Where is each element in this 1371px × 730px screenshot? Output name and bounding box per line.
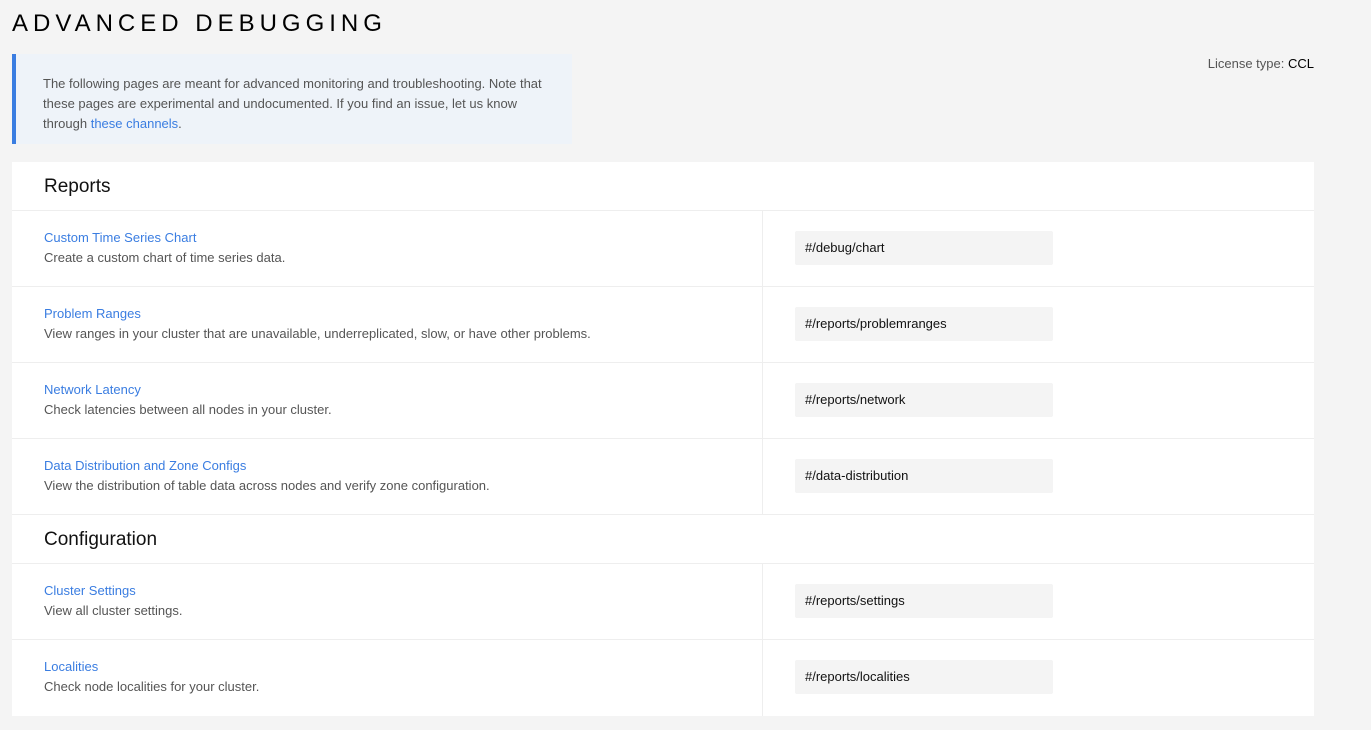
- info-notice: The following pages are meant for advanc…: [12, 54, 572, 144]
- section-header-configuration: Configuration: [12, 515, 1314, 564]
- license-value: CCL: [1287, 56, 1314, 71]
- url-display: #/reports/network: [795, 383, 1053, 417]
- data-distribution-link[interactable]: Data Distribution and Zone Configs: [44, 456, 762, 476]
- item-description: View the distribution of table data acro…: [44, 478, 490, 493]
- item-description: Check latencies between all nodes in you…: [44, 402, 332, 417]
- list-item: Network Latency Check latencies between …: [12, 363, 1314, 439]
- notice-end: .: [178, 116, 182, 131]
- item-description: View all cluster settings.: [44, 603, 183, 618]
- url-display: #/reports/problemranges: [795, 307, 1053, 341]
- localities-link[interactable]: Localities: [44, 657, 762, 677]
- problem-ranges-link[interactable]: Problem Ranges: [44, 304, 762, 324]
- custom-time-series-chart-link[interactable]: Custom Time Series Chart: [44, 228, 762, 248]
- section-header-reports: Reports: [12, 162, 1314, 211]
- debug-panel: Reports Custom Time Series Chart Create …: [12, 162, 1314, 716]
- item-description: View ranges in your cluster that are una…: [44, 326, 591, 341]
- page-title: ADVANCED DEBUGGING: [12, 10, 387, 37]
- list-item: Data Distribution and Zone Configs View …: [12, 439, 1314, 515]
- list-item: Localities Check node localities for you…: [12, 640, 1314, 716]
- item-description: Check node localities for your cluster.: [44, 679, 260, 694]
- these-channels-link[interactable]: these channels: [91, 116, 178, 131]
- url-display: #/debug/chart: [795, 231, 1053, 265]
- license-label: License type:: [1207, 56, 1285, 71]
- cluster-settings-link[interactable]: Cluster Settings: [44, 581, 762, 601]
- list-item: Problem Ranges View ranges in your clust…: [12, 287, 1314, 363]
- url-display: #/reports/localities: [795, 660, 1053, 694]
- list-item: Custom Time Series Chart Create a custom…: [12, 211, 1314, 287]
- url-display: #/data-distribution: [795, 459, 1053, 493]
- url-display: #/reports/settings: [795, 584, 1053, 618]
- network-latency-link[interactable]: Network Latency: [44, 380, 762, 400]
- list-item: Cluster Settings View all cluster settin…: [12, 564, 1314, 640]
- item-description: Create a custom chart of time series dat…: [44, 250, 286, 265]
- license-info: License type: CCL: [1208, 56, 1314, 71]
